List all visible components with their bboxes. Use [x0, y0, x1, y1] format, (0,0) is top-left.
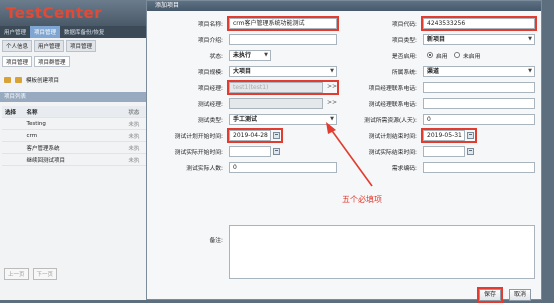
manager-label: 项目经理:: [197, 86, 223, 92]
intro-label: 项目介绍:: [197, 38, 223, 44]
resources-input[interactable]: 0: [423, 114, 535, 125]
resources-label: 测试所需资源(人天):: [364, 118, 417, 124]
test-type-value: 手工测试: [233, 116, 258, 123]
required-highlight-project-code: [421, 16, 537, 31]
save-highlight: [477, 287, 503, 303]
subtab-project-management[interactable]: 项目管理: [2, 56, 33, 67]
calendar-icon[interactable]: [273, 148, 280, 155]
cancel-button[interactable]: 取消: [509, 289, 531, 301]
status-select[interactable]: 未执行 ▼: [229, 50, 271, 61]
col-name: 名称: [26, 109, 38, 116]
project-type-select[interactable]: 新项目 ▼: [423, 34, 535, 45]
template-icon[interactable]: [15, 77, 22, 83]
prev-page-button[interactable]: 上一页: [4, 268, 29, 280]
pager: 上一页 下一页: [4, 268, 58, 280]
actual-start-label: 测试实际开始时间:: [174, 150, 223, 156]
size-select[interactable]: 大项目 ▼: [229, 66, 337, 77]
chevron-down-icon: ▼: [264, 52, 268, 58]
manager-phone-input[interactable]: [423, 82, 535, 93]
size-value: 大项目: [233, 68, 252, 75]
test-manager-phone-label: 测试经理联系电话:: [368, 102, 417, 108]
project-code-label: 项目代码:: [391, 22, 417, 28]
table-row[interactable]: 客户管理系统 未执: [2, 142, 148, 154]
test-manager-input[interactable]: [229, 98, 323, 109]
chevron-down-icon: ▼: [528, 68, 532, 74]
industry-value: 渠道: [427, 68, 440, 75]
actual-start-input[interactable]: [229, 146, 271, 157]
required-highlight-plan-end: [421, 128, 477, 143]
plan-end-label: 测试计划结束时间:: [368, 134, 417, 140]
app-subtabs: 项目管理 项目群管理: [0, 56, 152, 67]
template-create-button[interactable]: 模板创建项目: [26, 76, 59, 84]
req-code-input[interactable]: [423, 162, 535, 173]
row-name: 客户管理系统: [26, 145, 60, 152]
row-name: crm: [26, 132, 38, 139]
plan-start-label: 测试计划开始时间:: [174, 134, 223, 140]
nav-item-users[interactable]: 用户管理: [0, 26, 30, 38]
chevron-down-icon: ▼: [330, 116, 334, 122]
required-highlight-project-name: [227, 16, 339, 31]
table-header: 选择 名称 状态: [2, 106, 148, 118]
industry-label: 所属系统:: [391, 70, 417, 76]
test-type-label: 测试类型:: [197, 118, 223, 124]
main-nav: 用户管理 项目管理 数据库备份/恢复: [0, 26, 150, 38]
project-type-value: 新项目: [427, 36, 446, 43]
req-code-label: 需求编码:: [391, 166, 417, 172]
notes-textarea[interactable]: [229, 225, 535, 279]
dialog-body: 项目名称: crm客户管理系统功能测试 项目代码: 4243533256 项目介…: [147, 11, 541, 303]
actual-end-input[interactable]: [423, 146, 465, 157]
enabled-on-text: 启用: [436, 54, 448, 60]
enabled-off-text: 未启用: [463, 54, 481, 60]
app-toolbar: 模板创建项目: [0, 73, 154, 87]
tab-user-management[interactable]: 用户管理: [34, 40, 65, 52]
app-header: TestCenter: [0, 0, 150, 26]
required-highlight-plan-start: [227, 128, 283, 143]
nav-item-projects[interactable]: 项目管理: [30, 26, 61, 38]
subtab-project-group[interactable]: 项目群管理: [34, 56, 70, 67]
annotation-text: 五个必填项: [342, 195, 382, 204]
add-project-dialog: 添加项目 项目名称: crm客户管理系统功能测试 项目代码: 424353325…: [146, 0, 542, 303]
actual-people-label: 测试实际人数:: [186, 166, 223, 172]
intro-input[interactable]: [229, 34, 337, 45]
actual-people-input[interactable]: 0: [229, 162, 337, 173]
actual-end-label: 测试实际结束时间:: [368, 150, 417, 156]
col-select: 选择: [5, 109, 17, 116]
calendar-icon[interactable]: [467, 148, 474, 155]
add-icon[interactable]: [4, 77, 11, 83]
test-type-select[interactable]: 手工测试 ▼: [229, 114, 337, 125]
next-page-button[interactable]: 下一页: [32, 268, 58, 280]
size-label: 项目规模:: [197, 70, 223, 76]
project-type-label: 项目类型:: [391, 38, 417, 44]
required-highlight-manager: [227, 80, 339, 95]
app-logo: TestCenter: [6, 4, 103, 22]
project-table: 选择 名称 状态 Testing 未执 crm 未执 客户管理系统 未执 继续回…: [2, 106, 148, 166]
enabled-off-radio[interactable]: [454, 52, 460, 58]
background-app: TestCenter 用户管理 项目管理 数据库备份/恢复 个人信息 用户管理 …: [0, 0, 154, 300]
test-manager-picker-button[interactable]: >>: [327, 99, 337, 106]
table-row[interactable]: Testing 未执: [2, 118, 148, 130]
chevron-down-icon: ▼: [330, 68, 334, 74]
enabled-on-radio[interactable]: [427, 52, 433, 58]
tab-personal-info[interactable]: 个人信息: [2, 40, 33, 52]
industry-select[interactable]: 渠道 ▼: [423, 66, 535, 77]
tab-project-management[interactable]: 项目管理: [66, 40, 97, 52]
table-row[interactable]: crm 未执: [2, 130, 148, 142]
test-manager-phone-input[interactable]: [423, 98, 535, 109]
manager-phone-label: 项目经理联系电话:: [368, 86, 417, 92]
chevron-down-icon: ▼: [528, 36, 532, 42]
status-label: 状态:: [209, 54, 223, 60]
row-name: Testing: [26, 120, 46, 127]
enabled-label: 是否启用:: [391, 54, 417, 60]
row-name: 继续回测试项目: [26, 157, 66, 164]
project-list-title: 项目列表: [0, 92, 154, 102]
table-row[interactable]: 继续回测试项目 未执: [2, 154, 148, 166]
notes-label: 备注:: [209, 238, 223, 244]
dialog-title: 添加项目: [147, 1, 541, 11]
test-manager-label: 测试经理:: [197, 102, 223, 108]
project-name-label: 项目名称:: [197, 22, 223, 28]
nav-item-backup[interactable]: 数据库备份/恢复: [60, 26, 108, 38]
status-value: 未执行: [233, 52, 252, 59]
app-tabs: 个人信息 用户管理 项目管理: [0, 40, 152, 52]
